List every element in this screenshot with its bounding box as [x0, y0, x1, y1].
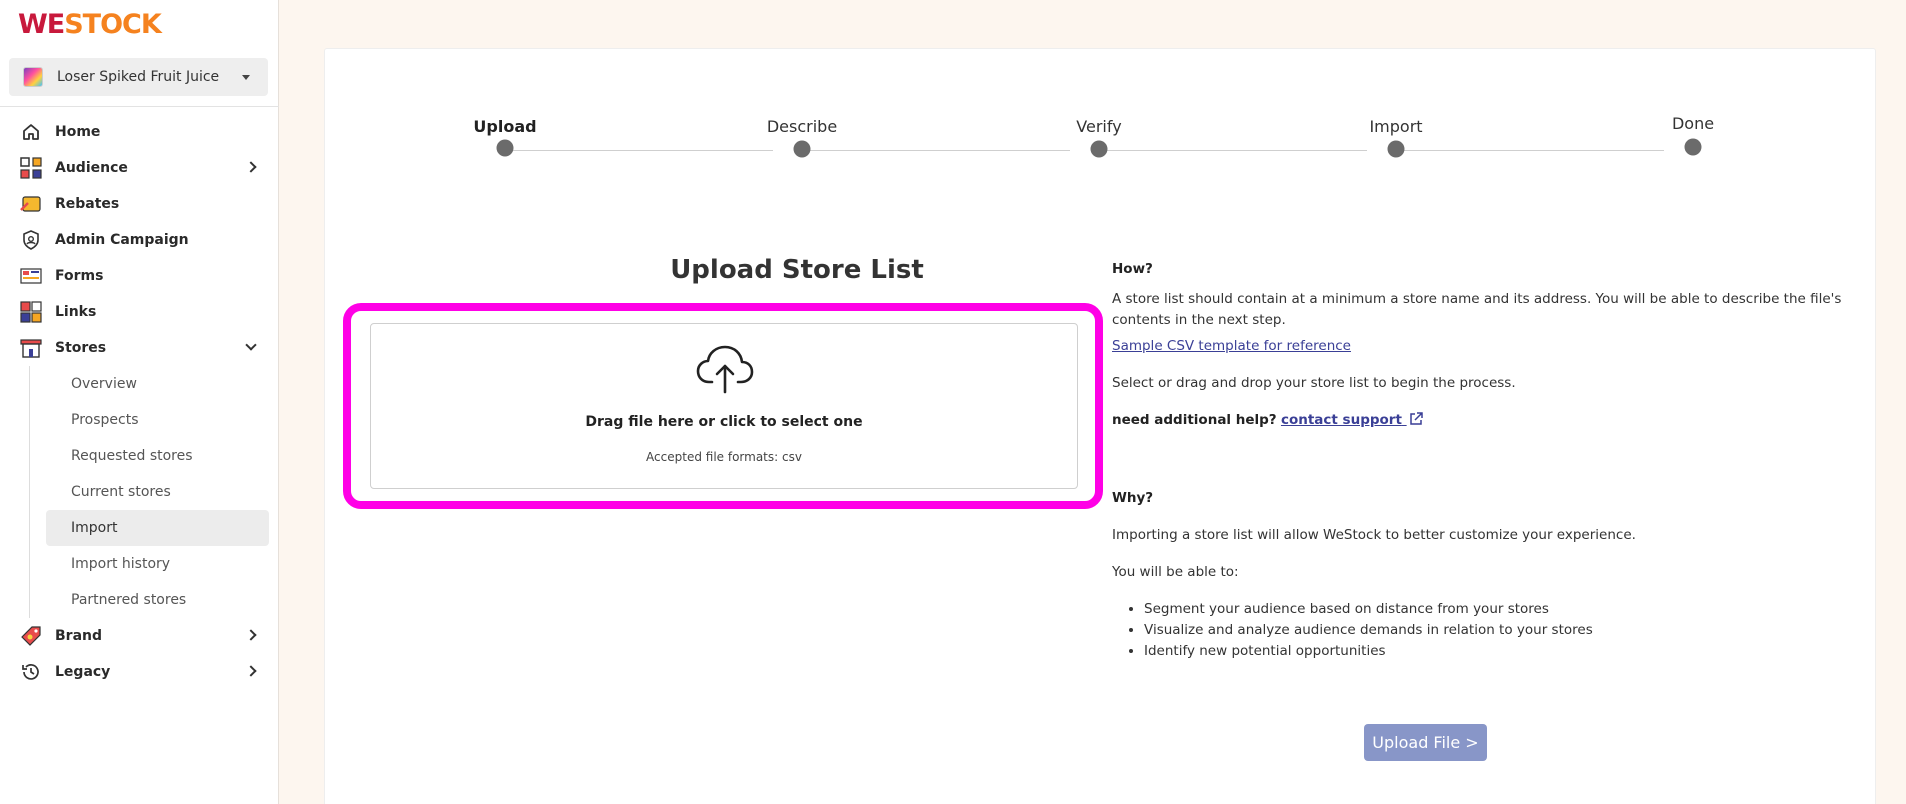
sidebar-subitem-overview[interactable]: Overview	[46, 366, 269, 402]
step-verify-dot	[1090, 140, 1108, 158]
sidebar-item-home[interactable]: Home	[0, 114, 279, 150]
sidebar-subitem-import[interactable]: Import	[46, 510, 269, 546]
sidebar-item-label: Admin Campaign	[55, 232, 189, 248]
list-item: Visualize and analyze audience demands i…	[1144, 620, 1852, 641]
sidebar-subitem-import-history[interactable]: Import history	[46, 546, 269, 582]
sidebar-item-audience[interactable]: Audience	[0, 150, 279, 186]
import-stepper: Upload Describe Verify Import Done	[325, 49, 1875, 169]
sidebar-item-label: Rebates	[55, 196, 120, 212]
sidebar-subitem-partnered-stores[interactable]: Partnered stores	[46, 582, 269, 618]
stepper-line	[802, 150, 1070, 151]
able-text: You will be able to:	[1112, 564, 1239, 580]
sidebar-item-legacy[interactable]: Legacy	[0, 654, 279, 690]
sidebar-item-label: Links	[55, 304, 97, 320]
step-import-label: Import	[1369, 117, 1423, 136]
upload-file-button[interactable]: Upload File >	[1364, 724, 1487, 761]
store-selector[interactable]: Loser Spiked Fruit Juice	[9, 58, 268, 96]
step-done-label: Done	[1671, 114, 1715, 133]
sidebar-item-label: Forms	[55, 268, 104, 284]
sidebar-item-label: Home	[55, 124, 101, 140]
audience-icon	[20, 157, 42, 179]
file-dropzone[interactable]: Drag file here or click to select one Ac…	[370, 323, 1078, 489]
step-upload-label: Upload	[473, 117, 537, 136]
sidebar-item-rebates[interactable]: Rebates	[0, 186, 279, 222]
sidebar-subitem-current-stores[interactable]: Current stores	[46, 474, 269, 510]
step-done-dot	[1684, 138, 1702, 156]
store-icon	[20, 337, 42, 359]
list-item: Segment your audience based on distance …	[1144, 599, 1852, 620]
sidebar-item-brand[interactable]: Brand	[0, 618, 279, 654]
history-icon	[20, 661, 42, 683]
stepper-line	[1099, 150, 1367, 151]
sidebar-item-label: Brand	[55, 628, 103, 644]
home-icon	[20, 121, 42, 143]
upload-title: Upload Store List	[670, 255, 924, 285]
external-link-icon	[1409, 412, 1423, 425]
import-card: Upload Describe Verify Import Done Uploa…	[324, 48, 1876, 804]
sidebar-item-label: Audience	[55, 160, 128, 176]
step-import-dot	[1387, 140, 1405, 158]
sidebar-subitem-requested-stores[interactable]: Requested stores	[46, 438, 269, 474]
caret-down-icon	[242, 75, 250, 80]
step-verify-label: Verify	[1076, 117, 1122, 136]
how-text: A store list should contain at a minimum…	[1112, 291, 1842, 328]
chevron-right-icon	[245, 665, 257, 677]
dropzone-text: Drag file here or click to select one	[585, 414, 863, 430]
sidebar-divider	[0, 106, 279, 107]
help-prefix: need additional help?	[1112, 412, 1277, 428]
sidebar-item-label: Legacy	[55, 664, 111, 680]
stepper-line	[505, 150, 773, 151]
tag-icon	[20, 625, 42, 647]
rebates-icon	[20, 193, 42, 215]
sidebar-item-forms[interactable]: Forms	[0, 258, 279, 294]
forms-icon	[20, 265, 42, 287]
contact-support-label: contact support	[1280, 412, 1402, 428]
step-describe-dot	[793, 140, 811, 158]
store-selector-value: Loser Spiked Fruit Juice	[57, 69, 220, 85]
step-upload-dot	[496, 139, 514, 157]
cloud-upload-icon	[696, 344, 754, 394]
chevron-right-icon	[245, 629, 257, 641]
how-heading: How?	[1112, 261, 1153, 277]
logo-text-we: WE	[18, 8, 65, 40]
sidebar-item-admin-campaign[interactable]: Admin Campaign	[0, 222, 279, 258]
select-text: Select or drag and drop your store list …	[1112, 375, 1516, 391]
accepted-formats: Accepted file formats: csv	[646, 450, 802, 464]
sidebar-item-label: Stores	[55, 340, 107, 356]
stores-submenu: Overview Prospects Requested stores Curr…	[29, 366, 279, 618]
store-thumbnail	[23, 67, 43, 87]
benefits-list: Segment your audience based on distance …	[1112, 599, 1852, 662]
sidebar-nav: Home Audience Rebates Admin Campaign For…	[0, 114, 279, 690]
sidebar: WE STOCK Loser Spiked Fruit Juice Home Au…	[0, 0, 279, 804]
links-icon	[20, 301, 42, 323]
sidebar-item-links[interactable]: Links	[0, 294, 279, 330]
sample-csv-link[interactable]: Sample CSV template for reference	[1112, 338, 1351, 354]
westock-logo[interactable]: WE STOCK	[18, 8, 162, 40]
chevron-right-icon	[245, 161, 257, 173]
list-item: Identify new potential opportunities	[1144, 641, 1852, 662]
logo-text-stock: STOCK	[64, 8, 162, 40]
stepper-line	[1396, 150, 1664, 151]
sidebar-item-stores[interactable]: Stores	[0, 330, 279, 366]
chevron-down-icon	[245, 339, 257, 351]
contact-support-link[interactable]: contact support	[1281, 412, 1423, 428]
why-text: Importing a store list will allow WeStoc…	[1112, 527, 1636, 543]
help-line: need additional help? contact support	[1112, 410, 1852, 431]
why-heading: Why?	[1112, 490, 1154, 506]
shield-user-icon	[20, 229, 42, 251]
sidebar-subitem-prospects[interactable]: Prospects	[46, 402, 269, 438]
step-describe-label: Describe	[766, 117, 838, 136]
